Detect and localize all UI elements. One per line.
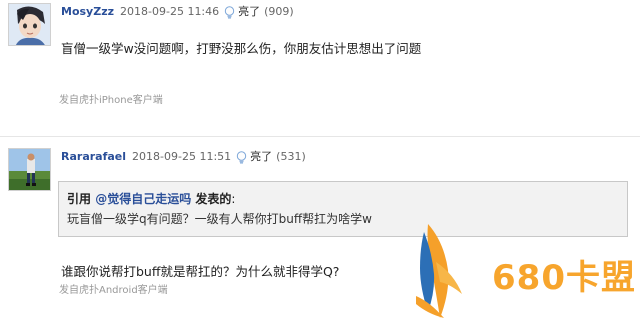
- light-button[interactable]: 亮了: [250, 150, 272, 164]
- post-1: MosyZzz 2018-09-25 11:46 亮了 (909) 盲僧一级学w…: [0, 0, 640, 131]
- post-content: 谁跟你说帮打buff就是帮扛的？为什么就非得学Q?: [61, 264, 340, 279]
- watermark-logo-icon: [416, 224, 462, 318]
- light-button[interactable]: 亮了: [238, 5, 260, 19]
- post-divider: [0, 136, 640, 137]
- post-meta: Rararafael 2018-09-25 11:51 亮了 (531): [61, 150, 306, 164]
- timestamp: 2018-09-25 11:51: [132, 150, 232, 163]
- lightbulb-icon[interactable]: [224, 5, 235, 19]
- timestamp: 2018-09-25 11:46: [120, 5, 220, 18]
- quote-colon: :: [231, 192, 236, 206]
- avatar-image: [9, 149, 50, 190]
- watermark: 680卡盟: [410, 222, 640, 321]
- post-source: 发自虎扑iPhone客户端: [59, 95, 163, 106]
- username[interactable]: Rararafael: [61, 150, 126, 164]
- post-source: 发自虎扑Android客户端: [59, 285, 168, 296]
- watermark-text: 680卡盟: [492, 258, 636, 298]
- quote-said: 发表的: [191, 192, 232, 206]
- post-content: 盲僧一级学w没问题啊，打野没那么伤，你朋友估计思想出了问题: [61, 41, 422, 56]
- username[interactable]: MosyZzz: [61, 5, 114, 19]
- quote-text: 玩盲僧一级学q有问题？一级有人帮你打buff帮扛为啥学w: [67, 212, 372, 226]
- quote-label: 引用: [67, 192, 96, 206]
- lightbulb-icon[interactable]: [236, 150, 247, 164]
- post-meta: MosyZzz 2018-09-25 11:46 亮了 (909): [61, 5, 294, 19]
- avatar[interactable]: [8, 148, 51, 191]
- quote-user-link[interactable]: @觉得自己走运吗: [95, 192, 191, 206]
- avatar-image: [9, 4, 50, 45]
- avatar[interactable]: [8, 3, 51, 46]
- quote-header: 引用 @觉得自己走运吗 发表的:: [67, 192, 235, 206]
- light-count: (531): [276, 150, 306, 163]
- light-count: (909): [264, 5, 294, 18]
